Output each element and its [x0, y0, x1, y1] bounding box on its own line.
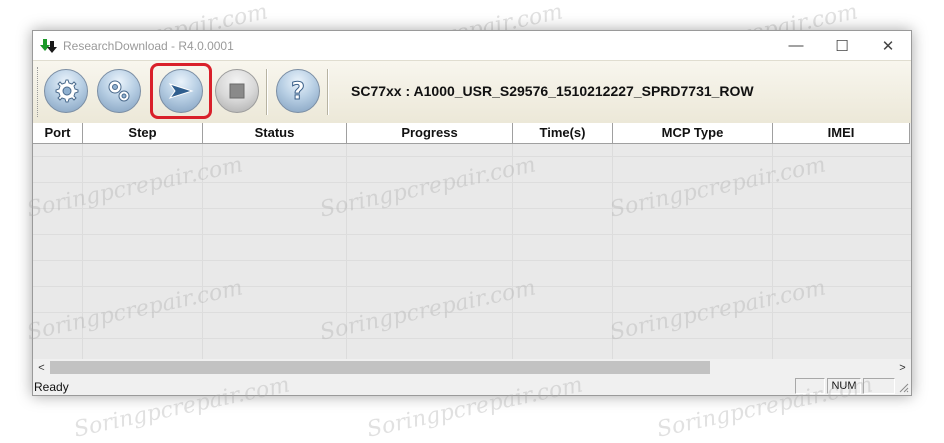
- num-lock-indicator: NUM: [827, 378, 861, 394]
- column-header-progress[interactable]: Progress: [347, 123, 513, 143]
- toolbar: ? SC77xx : A1000_USR_S29576_1510212227_S…: [33, 60, 911, 124]
- gear-icon: [55, 79, 79, 103]
- toolbar-separator: [266, 69, 268, 115]
- toolbar-separator: [327, 69, 329, 115]
- help-button[interactable]: ?: [276, 69, 320, 113]
- column-header-port[interactable]: Port: [33, 123, 83, 143]
- column-header-step[interactable]: Step: [83, 123, 203, 143]
- window-title: ResearchDownload - R4.0.0001: [63, 39, 234, 53]
- resize-grip-icon[interactable]: [897, 381, 909, 393]
- status-text: Ready: [34, 380, 69, 394]
- title-bar: ResearchDownload - R4.0.0001 — ☐ ✕: [33, 31, 911, 60]
- toolbar-grip[interactable]: [37, 67, 41, 117]
- scroll-right-button[interactable]: >: [894, 359, 911, 376]
- highlight-frame: [150, 63, 212, 119]
- minimize-button[interactable]: —: [773, 31, 819, 60]
- app-window: ResearchDownload - R4.0.0001 — ☐ ✕ ? SC7…: [32, 30, 912, 396]
- close-button[interactable]: ✕: [865, 31, 911, 60]
- status-panel: [863, 378, 895, 394]
- list-body: [33, 144, 911, 359]
- column-header-status[interactable]: Status: [203, 123, 347, 143]
- column-header-imei[interactable]: IMEI: [773, 123, 910, 143]
- stop-icon: [229, 83, 245, 99]
- load-packet-button[interactable]: [44, 69, 88, 113]
- status-panel: [795, 378, 825, 394]
- scroll-left-button[interactable]: <: [33, 359, 50, 376]
- status-bar: Ready NUM: [33, 377, 911, 395]
- download-arrows-icon: [40, 39, 57, 53]
- column-header-mcp-type[interactable]: MCP Type: [613, 123, 773, 143]
- stop-download-button[interactable]: [215, 69, 259, 113]
- settings-button[interactable]: [97, 69, 141, 113]
- list-header: Port Step Status Progress Time(s) MCP Ty…: [33, 123, 910, 144]
- scroll-thumb[interactable]: [50, 361, 710, 374]
- download-list[interactable]: Port Step Status Progress Time(s) MCP Ty…: [33, 123, 911, 359]
- maximize-button[interactable]: ☐: [819, 31, 865, 60]
- column-header-time[interactable]: Time(s): [513, 123, 613, 143]
- question-icon: ?: [291, 77, 306, 105]
- gears-icon: [108, 80, 130, 102]
- svg-text:?: ?: [291, 77, 305, 105]
- device-label: SC77xx : A1000_USR_S29576_1510212227_SPR…: [351, 83, 754, 99]
- horizontal-scrollbar[interactable]: < >: [33, 359, 911, 376]
